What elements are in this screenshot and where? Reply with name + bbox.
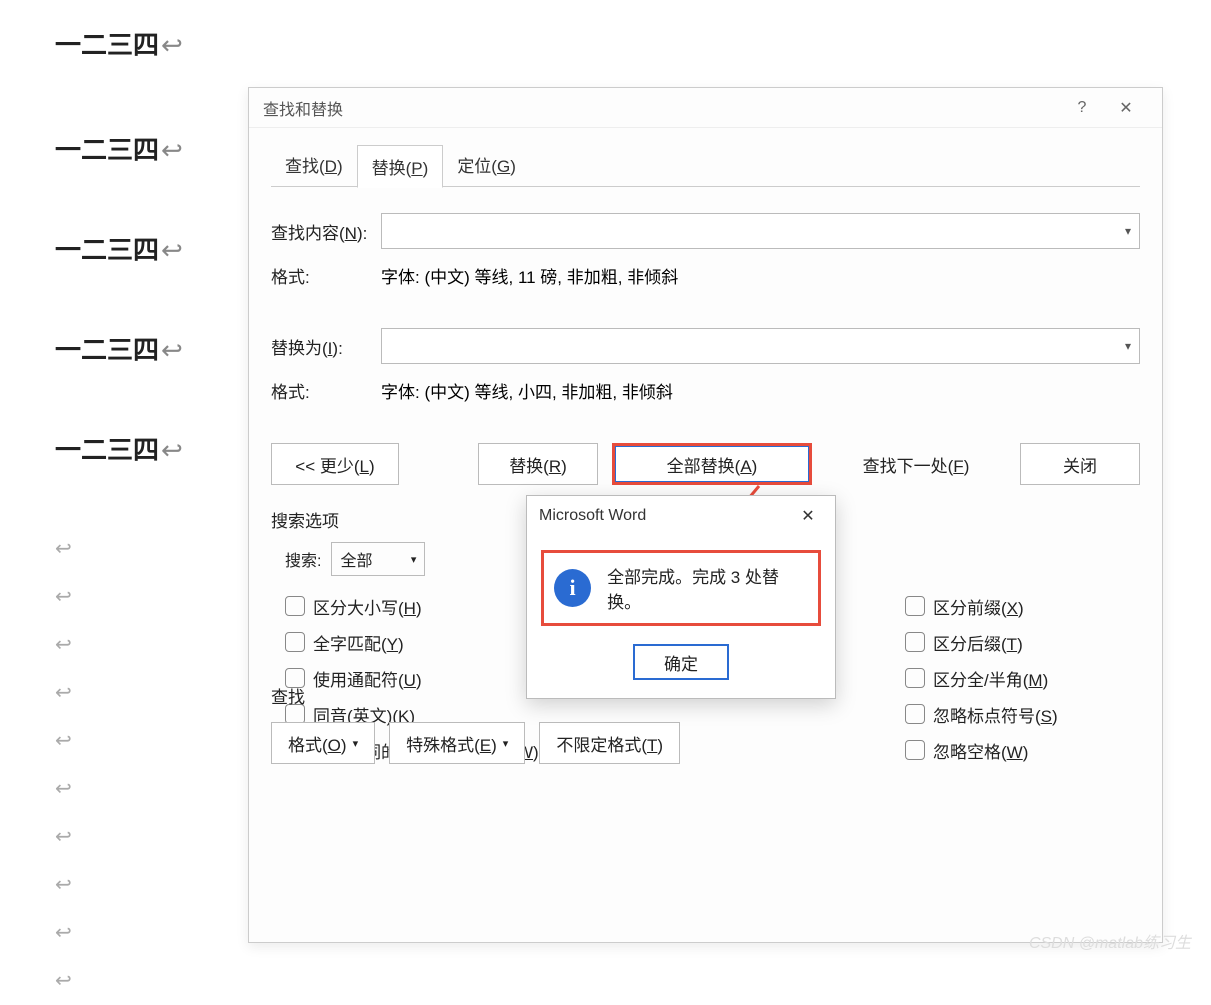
message-titlebar[interactable]: Microsoft Word ✕ [527,496,835,536]
match-prefix-checkbox[interactable]: 区分前缀(X) [905,588,1140,624]
no-formatting-button[interactable]: 不限定格式(T) [539,722,680,764]
document-background: 一二三四↩ 一二三四↩ 一二三四↩ 一二三四↩ 一二三四↩ ↩ ↩ ↩ ↩ ↩ … [55,20,183,1005]
find-replace-dialog: 查找和替换 ? ✕ 查找(D) 替换(P) 定位(G) 查找内容(N): ▾ 格… [248,87,1163,943]
replace-button[interactable]: 替换(R) [478,443,598,485]
find-what-input[interactable]: ▾ [381,213,1140,249]
doc-line: 一二三四↩ [55,325,183,375]
paragraph-mark-icon: ↩ [55,861,183,909]
paragraph-mark-icon: ↩ [161,337,183,363]
help-button[interactable]: ? [1060,88,1104,128]
paragraph-mark-icon: ↩ [55,669,183,717]
replace-with-input[interactable]: ▾ [381,328,1140,364]
chevron-down-icon: ▾ [353,737,359,750]
chevron-down-icon[interactable]: ▾ [1125,224,1131,238]
paragraph-mark-icon: ↩ [55,525,183,573]
message-dialog: Microsoft Word ✕ i 全部完成。完成 3 处替换。 确定 [526,495,836,699]
paragraph-mark-icon: ↩ [55,813,183,861]
paragraph-mark-icon: ↩ [161,437,183,463]
paragraph-mark-icon: ↩ [55,621,183,669]
doc-line: 一二三四↩ [55,225,183,275]
paragraph-mark-icon: ↩ [55,717,183,765]
tab-replace[interactable]: 替换(P) [357,145,444,188]
format-label: 格式: [271,263,341,288]
close-button[interactable]: 关闭 [1020,443,1140,485]
message-title: Microsoft Word [539,507,646,525]
watermark: CSDN @matlab练习生 [1029,929,1191,953]
paragraph-mark-icon: ↩ [55,765,183,813]
format-label: 格式: [271,378,341,403]
close-icon[interactable]: ✕ [793,501,823,531]
replace-format-text: 字体: (中文) 等线, 小四, 非加粗, 非倾斜 [381,378,673,403]
match-suffix-checkbox[interactable]: 区分后缀(T) [905,624,1140,660]
paragraph-mark-icon: ↩ [55,573,183,621]
doc-line: 一二三四↩ [55,425,183,475]
search-direction-select[interactable]: 全部 ▾ [331,542,425,576]
ok-button[interactable]: 确定 [633,644,729,680]
find-format-text: 字体: (中文) 等线, 11 磅, 非加粗, 非倾斜 [381,263,678,288]
search-direction-label: 搜索: [285,547,321,571]
dialog-titlebar[interactable]: 查找和替换 ? ✕ [249,88,1162,128]
message-text: 全部完成。完成 3 处替换。 [607,563,808,613]
doc-line: 一二三四↩ [55,125,183,175]
chevron-down-icon[interactable]: ▾ [1125,339,1131,353]
chevron-down-icon: ▾ [411,553,417,566]
paragraph-mark-icon: ↩ [55,909,183,957]
paragraph-mark-icon: ↩ [161,32,183,58]
special-dropdown-button[interactable]: 特殊格式(E)▾ [389,722,525,764]
tab-goto[interactable]: 定位(G) [443,144,530,187]
replace-with-label: 替换为(I): [271,334,381,359]
paragraph-mark-icon: ↩ [55,957,183,1005]
tab-bar: 查找(D) 替换(P) 定位(G) [271,144,1140,187]
paragraph-mark-icon: ↩ [161,237,183,263]
find-what-label: 查找内容(N): [271,219,381,244]
close-icon[interactable]: ✕ [1104,88,1148,128]
tab-find[interactable]: 查找(D) [271,144,357,187]
message-content: i 全部完成。完成 3 处替换。 [541,550,821,626]
chevron-down-icon: ▾ [503,737,509,750]
dialog-title: 查找和替换 [263,96,343,120]
doc-line: 一二三四↩ [55,20,183,70]
paragraph-mark-icon: ↩ [161,137,183,163]
find-next-button[interactable]: 查找下一处(F) [826,443,1006,485]
format-dropdown-button[interactable]: 格式(O)▾ [271,722,375,764]
less-button[interactable]: << 更少(L) [271,443,399,485]
info-icon: i [554,569,591,607]
